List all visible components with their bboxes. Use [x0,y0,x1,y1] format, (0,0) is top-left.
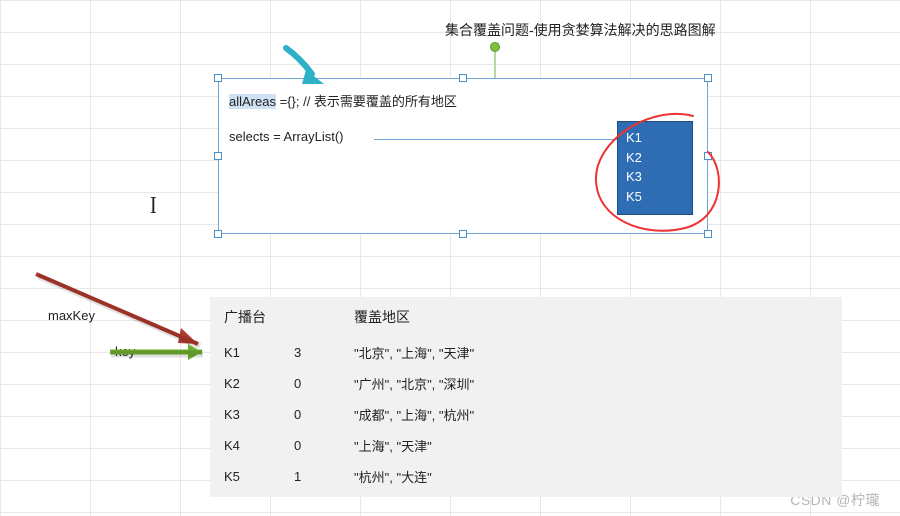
code-var-selected: allAreas [229,94,276,109]
col-count [290,301,350,337]
table-row: K5 1 "杭州", "大连" [220,461,832,492]
resize-handle-icon[interactable] [214,152,222,160]
count-cell: 0 [290,430,350,461]
selects-item: K1 [626,128,684,148]
code-line-1-rest: ={}; // 表示需要覆盖的所有地区 [276,94,457,109]
resize-handle-icon[interactable] [459,230,467,238]
rotation-stem [494,52,496,80]
areas-cell: "杭州", "大连" [350,461,832,492]
table-header-row: 广播台 覆盖地区 [220,301,832,337]
count-cell: 0 [290,399,350,430]
station-cell: K4 [220,430,290,461]
diagram-title: 集合覆盖问题-使用贪婪算法解决的思路图解 [445,20,716,40]
resize-handle-icon[interactable] [214,230,222,238]
count-cell: 3 [290,337,350,368]
selects-item: K2 [626,148,684,168]
areas-cell: "上海", "天津" [350,430,832,461]
table-row: K1 3 "北京", "上海", "天津" [220,337,832,368]
col-area: 覆盖地区 [350,301,832,337]
areas-cell: "成都", "上海", "杭州" [350,399,832,430]
selects-box: K1 K2 K3 K5 [617,121,693,215]
count-cell: 1 [290,461,350,492]
table-row: K2 0 "广州", "北京", "深圳" [220,368,832,399]
table-row: K4 0 "上海", "天津" [220,430,832,461]
count-cell: 0 [290,368,350,399]
resize-handle-icon[interactable] [459,74,467,82]
resize-handle-icon[interactable] [704,74,712,82]
station-cell: K1 [220,337,290,368]
table-row: K3 0 "成都", "上海", "杭州" [220,399,832,430]
code-line-1: allAreas ={}; // 表示需要覆盖的所有地区 [229,91,457,110]
areas-cell: "北京", "上海", "天津" [350,337,832,368]
resize-handle-icon[interactable] [704,230,712,238]
text-cursor-icon: I [150,193,157,221]
key-label: key [115,344,135,359]
maxkey-label: maxKey [48,308,95,323]
connector-line [374,139,619,140]
resize-handle-icon[interactable] [704,152,712,160]
station-cell: K3 [220,399,290,430]
resize-handle-icon[interactable] [214,74,222,82]
col-station: 广播台 [220,301,290,337]
rotation-handle-icon[interactable] [490,42,500,52]
selects-item: K3 [626,167,684,187]
code-textbox[interactable]: allAreas ={}; // 表示需要覆盖的所有地区 selects = A… [218,78,708,234]
station-cell: K2 [220,368,290,399]
selects-item: K5 [626,187,684,207]
station-table: 广播台 覆盖地区 K1 3 "北京", "上海", "天津" K2 0 "广州"… [210,297,842,497]
station-cell: K5 [220,461,290,492]
code-line-2: selects = ArrayList() [229,129,344,144]
areas-cell: "广州", "北京", "深圳" [350,368,832,399]
